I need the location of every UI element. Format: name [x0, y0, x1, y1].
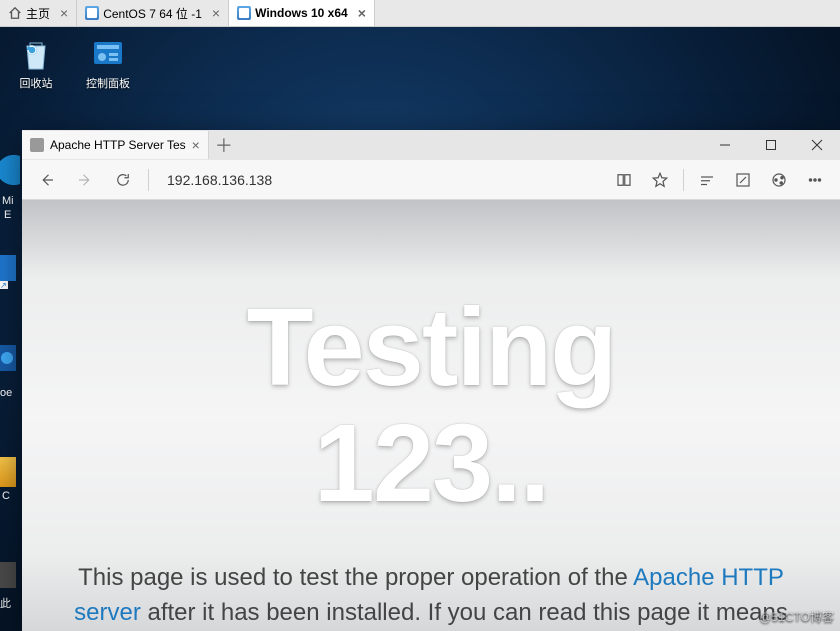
close-icon[interactable]: ×: [358, 5, 366, 21]
back-button[interactable]: [30, 163, 64, 197]
browser-tab-strip: Apache HTTP Server Tes × ＋: [22, 130, 840, 160]
pen-note-icon: [734, 171, 752, 189]
windows-desktop[interactable]: 回收站 控制面板 Mi E ↗ oe C 此 A: [0, 27, 840, 631]
star-icon: [651, 171, 669, 189]
recycle-bin-icon[interactable]: 回收站: [6, 37, 66, 91]
vm-tab-strip: 主页 × CentOS 7 64 位 -1 × Windows 10 x64 ×: [0, 0, 840, 27]
window-controls: [702, 130, 840, 160]
share-icon: [770, 171, 788, 189]
svg-text:↗: ↗: [0, 281, 7, 289]
browser-tab[interactable]: Apache HTTP Server Tes ×: [22, 131, 209, 159]
book-icon: [615, 171, 633, 189]
address-bar[interactable]: 192.168.136.138: [157, 172, 603, 188]
icon-label-fragment: 此: [0, 595, 11, 611]
icon-label-fragment: C: [2, 490, 10, 502]
desktop-shortcut-icon[interactable]: [0, 345, 16, 379]
shortcut-icon: [0, 345, 16, 379]
vm-tab-windows[interactable]: Windows 10 x64 ×: [229, 0, 375, 26]
hub-icon: [698, 171, 716, 189]
refresh-icon: [114, 171, 132, 189]
shortcut-icon: ↗: [0, 255, 16, 289]
close-icon: [811, 139, 823, 151]
control-panel-glyph-icon: [90, 37, 126, 73]
edge-browser-window: Apache HTTP Server Tes × ＋ 192.168.136.1…: [22, 130, 840, 631]
share-button[interactable]: [762, 163, 796, 197]
control-panel-icon[interactable]: 控制面板: [78, 37, 138, 91]
url-text: 192.168.136.138: [167, 172, 272, 188]
close-window-button[interactable]: [794, 130, 840, 160]
vm-tab-home[interactable]: 主页 ×: [0, 0, 77, 26]
close-icon[interactable]: ×: [212, 5, 220, 21]
icon-label-fragment: E: [4, 209, 11, 221]
home-icon: [8, 6, 22, 20]
reading-view-button[interactable]: [607, 163, 641, 197]
arrow-left-icon: [38, 171, 56, 189]
page-favicon-icon: [30, 138, 44, 152]
vm-tab-centos[interactable]: CentOS 7 64 位 -1 ×: [77, 0, 229, 26]
vm-tab-label: Windows 10 x64: [255, 6, 348, 20]
page-heading: Testing 123..: [52, 290, 810, 521]
page-content: Testing 123.. This page is used to test …: [22, 200, 840, 631]
folder-icon[interactable]: [0, 457, 16, 487]
icon-label: 回收站: [6, 75, 66, 91]
vm-icon: [85, 6, 99, 20]
refresh-button[interactable]: [106, 163, 140, 197]
tab-title: Apache HTTP Server Tes: [50, 138, 186, 152]
more-icon: [806, 171, 824, 189]
desktop-shortcut-icon[interactable]: ↗: [0, 255, 16, 289]
arrow-right-icon: [76, 171, 94, 189]
close-icon[interactable]: ×: [60, 5, 68, 21]
maximize-button[interactable]: [748, 130, 794, 160]
browser-toolbar: 192.168.136.138: [22, 160, 840, 200]
edge-browser-icon: [0, 152, 20, 188]
separator: [148, 169, 149, 191]
icon-label: 控制面板: [78, 75, 138, 91]
vm-icon: [237, 6, 251, 20]
more-button[interactable]: [798, 163, 832, 197]
edge-app-icon[interactable]: [0, 152, 20, 193]
forward-button[interactable]: [68, 163, 102, 197]
favorites-button[interactable]: [643, 163, 677, 197]
page-body-text: This page is used to test the proper ope…: [52, 561, 810, 631]
separator: [683, 169, 684, 191]
minimize-button[interactable]: [702, 130, 748, 160]
new-tab-button[interactable]: ＋: [209, 132, 239, 158]
icon-label-fragment: oe: [0, 387, 12, 399]
vm-tab-label: CentOS 7 64 位 -1: [103, 5, 202, 22]
notes-button[interactable]: [726, 163, 760, 197]
close-icon[interactable]: ×: [192, 137, 200, 153]
watermark: @51CTO博客: [759, 608, 834, 625]
maximize-icon: [765, 139, 777, 151]
this-pc-icon[interactable]: [0, 562, 16, 588]
trash-icon: [18, 37, 54, 73]
icon-label-fragment: Mi: [2, 195, 14, 207]
minimize-icon: [719, 139, 731, 151]
vm-tab-label: 主页: [26, 5, 50, 22]
hub-button[interactable]: [690, 163, 724, 197]
